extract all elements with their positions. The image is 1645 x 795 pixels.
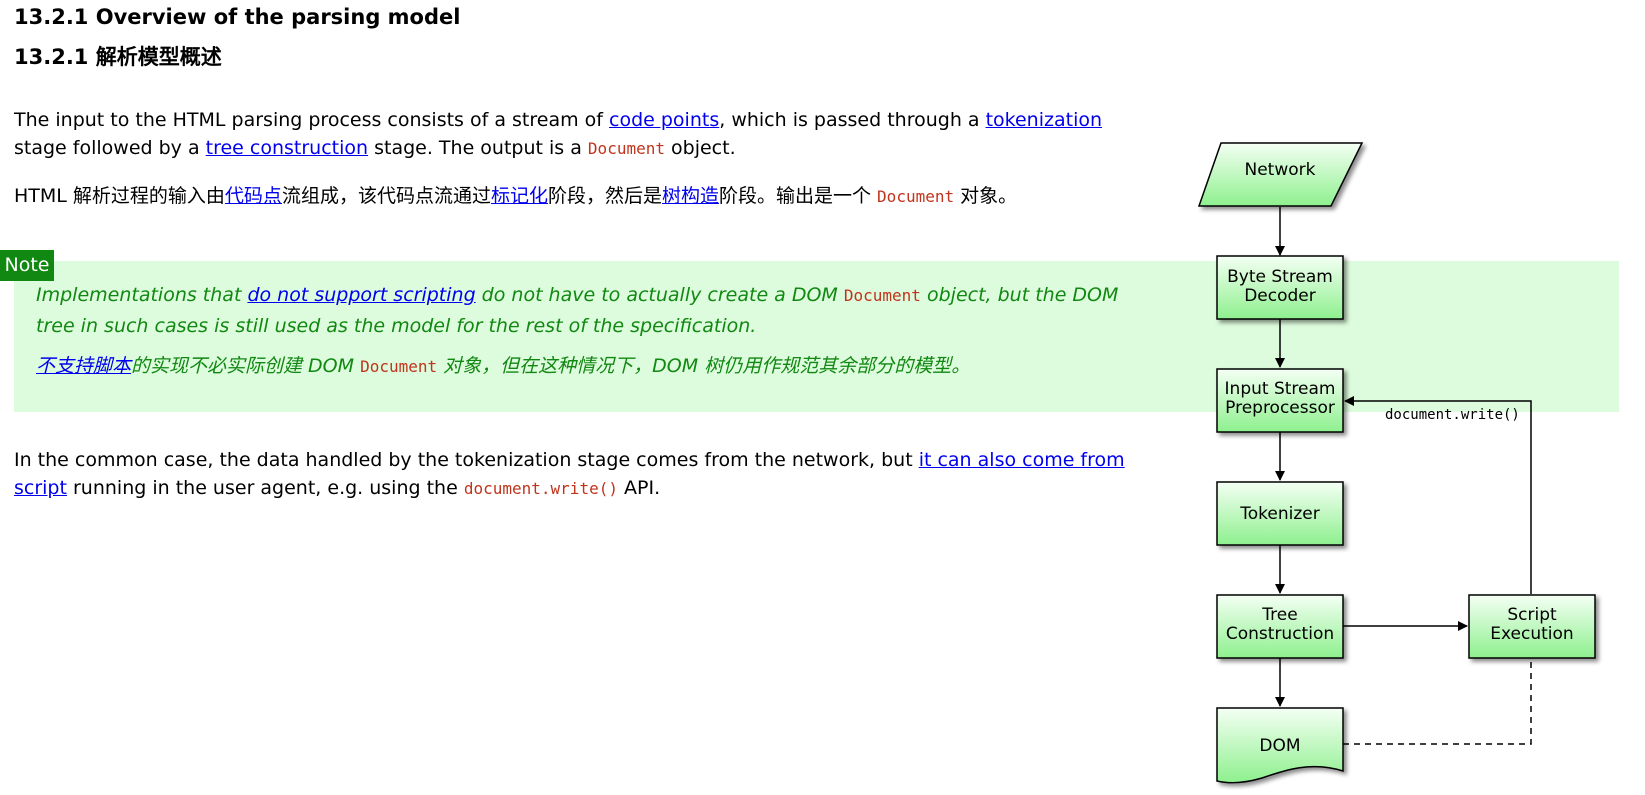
network-node: Network — [1197, 142, 1364, 207]
no-scripting-link[interactable]: do not support scripting — [247, 284, 475, 306]
note-en-text-2: do not have to actually create a DOM — [475, 284, 844, 306]
common-case-paragraph: In the common case, the data handled by … — [14, 446, 1164, 503]
intro-paragraph-zh: HTML 解析过程的输入由代码点流组成，该代码点流通过标记化阶段，然后是树构造阶… — [14, 182, 1154, 211]
tree-construction-node: Tree Construction — [1216, 594, 1344, 659]
intro-text-4: stage. The output is a — [368, 137, 588, 159]
byte-stream-label-2: Decoder — [1244, 286, 1316, 306]
no-scripting-link-zh[interactable]: 不支持脚本 — [36, 355, 131, 377]
intro-zh-text-5: 对象。 — [954, 185, 1018, 207]
tokenization-link-zh[interactable]: 标记化 — [491, 185, 548, 207]
intro-text-3: stage followed by a — [14, 137, 206, 159]
tokenizer-node: Tokenizer — [1216, 481, 1344, 546]
script-execution-node: Script Execution — [1468, 594, 1596, 659]
intro-text-1: The input to the HTML parsing process co… — [14, 109, 610, 131]
note-text-zh: 不支持脚本的实现不必实际创建 DOM Document 对象，但在这种情况下，D… — [36, 351, 1146, 382]
tree-construction-link[interactable]: tree construction — [206, 137, 368, 159]
intro-text-5: object. — [664, 137, 736, 159]
script-label-2: Execution — [1490, 624, 1573, 644]
tree-construction-link-zh[interactable]: 树构造 — [662, 185, 719, 207]
tree-label-2: Construction — [1226, 624, 1334, 644]
document-write-code: document.write() — [463, 479, 618, 498]
byte-stream-decoder-node: Byte Stream Decoder — [1216, 255, 1344, 320]
note-zh-text-2: 对象，但在这种情况下，DOM 树仍用作规范其余部分的模型。 — [437, 355, 971, 377]
dom-node: DOM — [1216, 707, 1344, 784]
note-label: Note — [0, 250, 54, 281]
note-document-code: Document — [843, 286, 921, 305]
dashed-dom-to-script — [1343, 658, 1532, 745]
tokenizer-label: Tokenizer — [1239, 504, 1319, 524]
common-case-text-3: API. — [617, 477, 661, 499]
intro-zh-text-1: HTML 解析过程的输入由 — [14, 185, 225, 207]
common-case-text-2: running in the user agent, e.g. using th… — [66, 477, 464, 499]
input-stream-label-1: Input Stream — [1225, 379, 1336, 399]
document-code-zh: Document — [877, 187, 955, 206]
heading-zh: 13.2.1 解析模型概述 — [14, 45, 222, 69]
document-code: Document — [587, 139, 665, 158]
input-stream-label-2: Preprocessor — [1225, 398, 1335, 418]
note-text-en: Implementations that do not support scri… — [36, 280, 1146, 342]
heading-en: 13.2.1 Overview of the parsing model — [14, 5, 461, 29]
intro-paragraph-en: The input to the HTML parsing process co… — [14, 106, 1154, 163]
note-en-text-1: Implementations that — [36, 284, 248, 306]
code-points-link-zh[interactable]: 代码点 — [225, 185, 282, 207]
document-write-label: document.write() — [1385, 407, 1520, 423]
network-label: Network — [1245, 160, 1316, 180]
tokenization-link[interactable]: tokenization — [986, 109, 1102, 131]
parsing-model-diagram: Network Byte Stream Decoder Input Stream… — [1197, 142, 1596, 784]
note-zh-text-1: 的实现不必实际创建 DOM — [131, 355, 361, 377]
common-case-text-1: In the common case, the data handled by … — [14, 449, 919, 471]
code-points-link[interactable]: code points — [609, 109, 719, 131]
arrow-script-to-preprocessor — [1344, 396, 1532, 594]
input-stream-preprocessor-node: Input Stream Preprocessor — [1216, 368, 1344, 433]
script-label-1: Script — [1507, 605, 1557, 625]
byte-stream-label-1: Byte Stream — [1227, 267, 1333, 287]
intro-zh-text-3: 阶段，然后是 — [547, 185, 662, 207]
intro-text-2: , which is passed through a — [719, 109, 986, 131]
intro-zh-text-2: 流组成，该代码点流通过 — [281, 185, 491, 207]
intro-zh-text-4: 阶段。输出是一个 — [719, 185, 878, 207]
dom-label: DOM — [1259, 736, 1300, 756]
note-document-code-zh: Document — [360, 357, 438, 376]
tree-label-1: Tree — [1261, 605, 1297, 625]
